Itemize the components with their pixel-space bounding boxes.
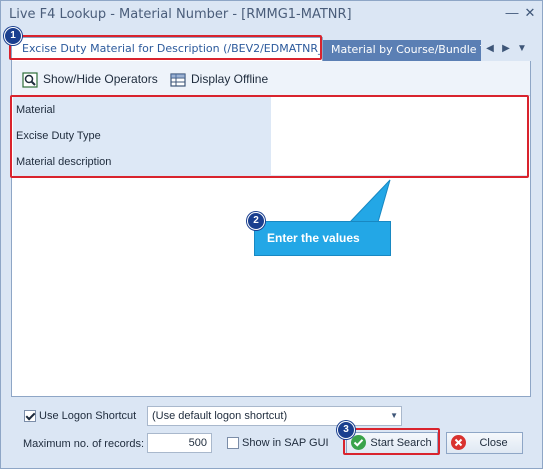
logon-shortcut-value: (Use default logon shortcut) (152, 410, 288, 422)
callout-bubble: Enter the values (254, 221, 391, 256)
show-in-sap-gui-checkbox[interactable] (227, 437, 239, 449)
tab-material-by-course[interactable]: Material by Course/Bundle Ty (323, 40, 481, 61)
close-label: Close (479, 437, 508, 449)
max-records-input[interactable]: 500 (147, 433, 212, 453)
tab-scroll-right-icon[interactable]: ▶ (499, 41, 513, 57)
show-hide-operators-label: Show/Hide Operators (43, 72, 158, 86)
title-bar: Live F4 Lookup - Material Number - [RMMG… (1, 1, 542, 29)
chevron-down-icon: ▼ (390, 411, 398, 420)
close-button[interactable]: Close (446, 432, 523, 454)
window-title: Live F4 Lookup - Material Number - [RMMG… (9, 7, 352, 22)
use-logon-shortcut-label: Use Logon Shortcut (39, 410, 137, 422)
display-offline-label: Display Offline (191, 72, 269, 86)
tab-list-dropdown-icon[interactable]: ▼ (515, 41, 529, 57)
logon-shortcut-select[interactable]: (Use default logon shortcut) ▼ (147, 406, 402, 426)
close-icon (451, 435, 466, 450)
callout-bubble-text: Enter the values (267, 231, 360, 245)
callout-badge-3: 3 (337, 421, 355, 439)
callout-pointer (348, 179, 391, 223)
search-operators-icon (22, 72, 38, 88)
bottom-options-bar: Use Logon Shortcut (Use default logon sh… (1, 399, 542, 468)
max-records-label: Maximum no. of records: (23, 438, 145, 450)
minimize-icon[interactable]: — (504, 5, 520, 21)
highlight-tab-box (9, 35, 322, 60)
tab-scroll-left-icon[interactable]: ◀ (483, 41, 497, 57)
highlight-fields-box (10, 95, 529, 178)
highlight-start-search-box (343, 428, 440, 455)
callout-badge-1: 1 (4, 27, 22, 45)
table-grid-icon (170, 73, 186, 87)
toolbar: Show/Hide Operators Display Offline (12, 61, 530, 96)
display-offline-button[interactable]: Display Offline (170, 70, 268, 88)
use-logon-shortcut-checkbox[interactable] (24, 410, 36, 422)
show-hide-operators-button[interactable]: Show/Hide Operators (22, 70, 158, 88)
show-in-sap-gui-label: Show in SAP GUI (242, 437, 329, 449)
close-window-icon[interactable]: ✕ (522, 5, 538, 21)
callout-badge-2: 2 (247, 212, 265, 230)
